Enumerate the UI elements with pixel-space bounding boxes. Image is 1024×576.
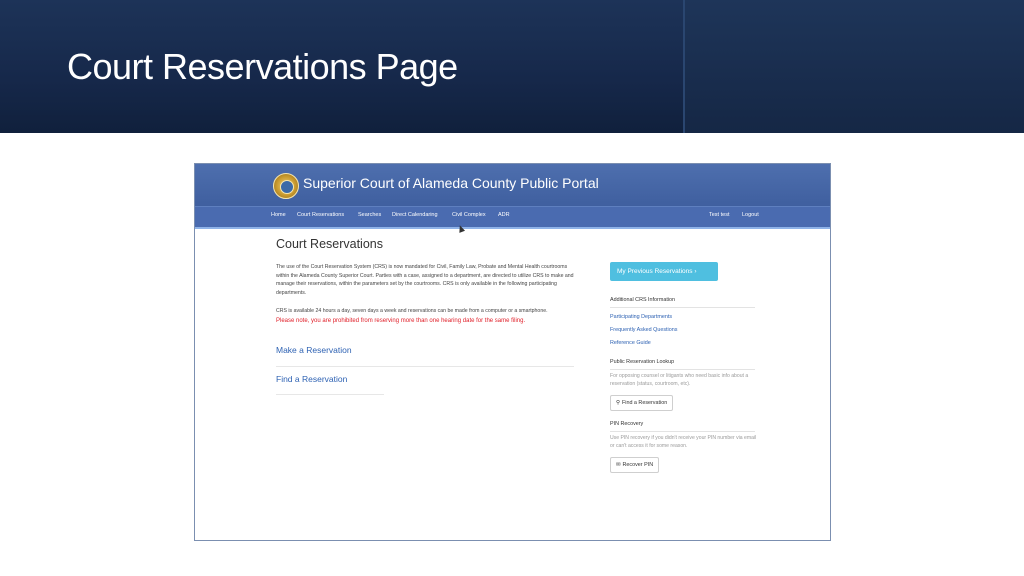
portal-header: Superior Court of Alameda County Public …: [195, 164, 830, 206]
link-reference-guide[interactable]: Reference Guide: [610, 340, 651, 346]
availability-text: CRS is available 24 hours a day, seven d…: [276, 308, 548, 314]
portal-name: Superior Court of Alameda County Public …: [303, 175, 599, 191]
divider: [276, 366, 574, 367]
previous-reservations-label: My Previous Reservations: [617, 268, 693, 275]
nav-logout[interactable]: Logout: [742, 212, 759, 218]
nav-direct-calendaring[interactable]: Direct Calendaring: [392, 212, 438, 218]
slide-header: Court Reservations Page: [0, 0, 1024, 133]
envelope-icon: ✉: [616, 462, 621, 468]
pin-heading: PIN Recovery: [610, 421, 644, 427]
nav-searches[interactable]: Searches: [358, 212, 381, 218]
search-icon: ⚲: [616, 400, 620, 406]
lookup-text: For opposing counsel or litigants who ne…: [610, 373, 749, 388]
slide-title: Court Reservations Page: [67, 46, 458, 87]
nav-user[interactable]: Test test: [709, 212, 729, 218]
nav-home[interactable]: Home: [271, 212, 286, 218]
find-reservation-button-label: Find a Reservation: [621, 400, 668, 406]
divider: [610, 369, 755, 370]
divider: [276, 394, 384, 395]
county-seal-icon: [273, 173, 299, 199]
portal-nav: Home Court Reservations Searches Direct …: [195, 206, 830, 229]
chevron-right-icon: ›: [694, 268, 697, 275]
header-accent-panel: [683, 0, 1024, 133]
recover-pin-button-label: Recover PIN: [622, 462, 654, 468]
intro-text: The use of the Court Reservation System …: [276, 264, 574, 296]
nav-adr[interactable]: ADR: [498, 212, 510, 218]
pin-text: Use PIN recovery if you didn't receive y…: [610, 435, 757, 450]
additional-info-heading: Additional CRS Information: [610, 297, 676, 303]
warning-text: Please note, you are prohibited from res…: [276, 318, 526, 324]
divider: [610, 307, 755, 308]
nav-court-reservations[interactable]: Court Reservations: [297, 212, 344, 218]
find-reservation-link[interactable]: Find a Reservation: [276, 374, 347, 384]
link-participating-departments[interactable]: Participating Departments: [610, 314, 672, 320]
lookup-heading: Public Reservation Lookup: [610, 359, 675, 365]
portal-screenshot: Superior Court of Alameda County Public …: [194, 163, 831, 541]
make-reservation-link[interactable]: Make a Reservation: [276, 345, 352, 355]
previous-reservations-button[interactable]: My Previous Reservations ›: [610, 262, 718, 281]
nav-civil-complex[interactable]: Civil Complex: [452, 212, 486, 218]
divider: [610, 431, 755, 432]
recover-pin-button[interactable]: ✉ Recover PIN: [610, 457, 660, 473]
find-reservation-button[interactable]: ⚲ Find a Reservation: [610, 395, 674, 411]
link-faq[interactable]: Frequently Asked Questions: [610, 327, 677, 333]
page-title: Court Reservations: [276, 237, 383, 251]
